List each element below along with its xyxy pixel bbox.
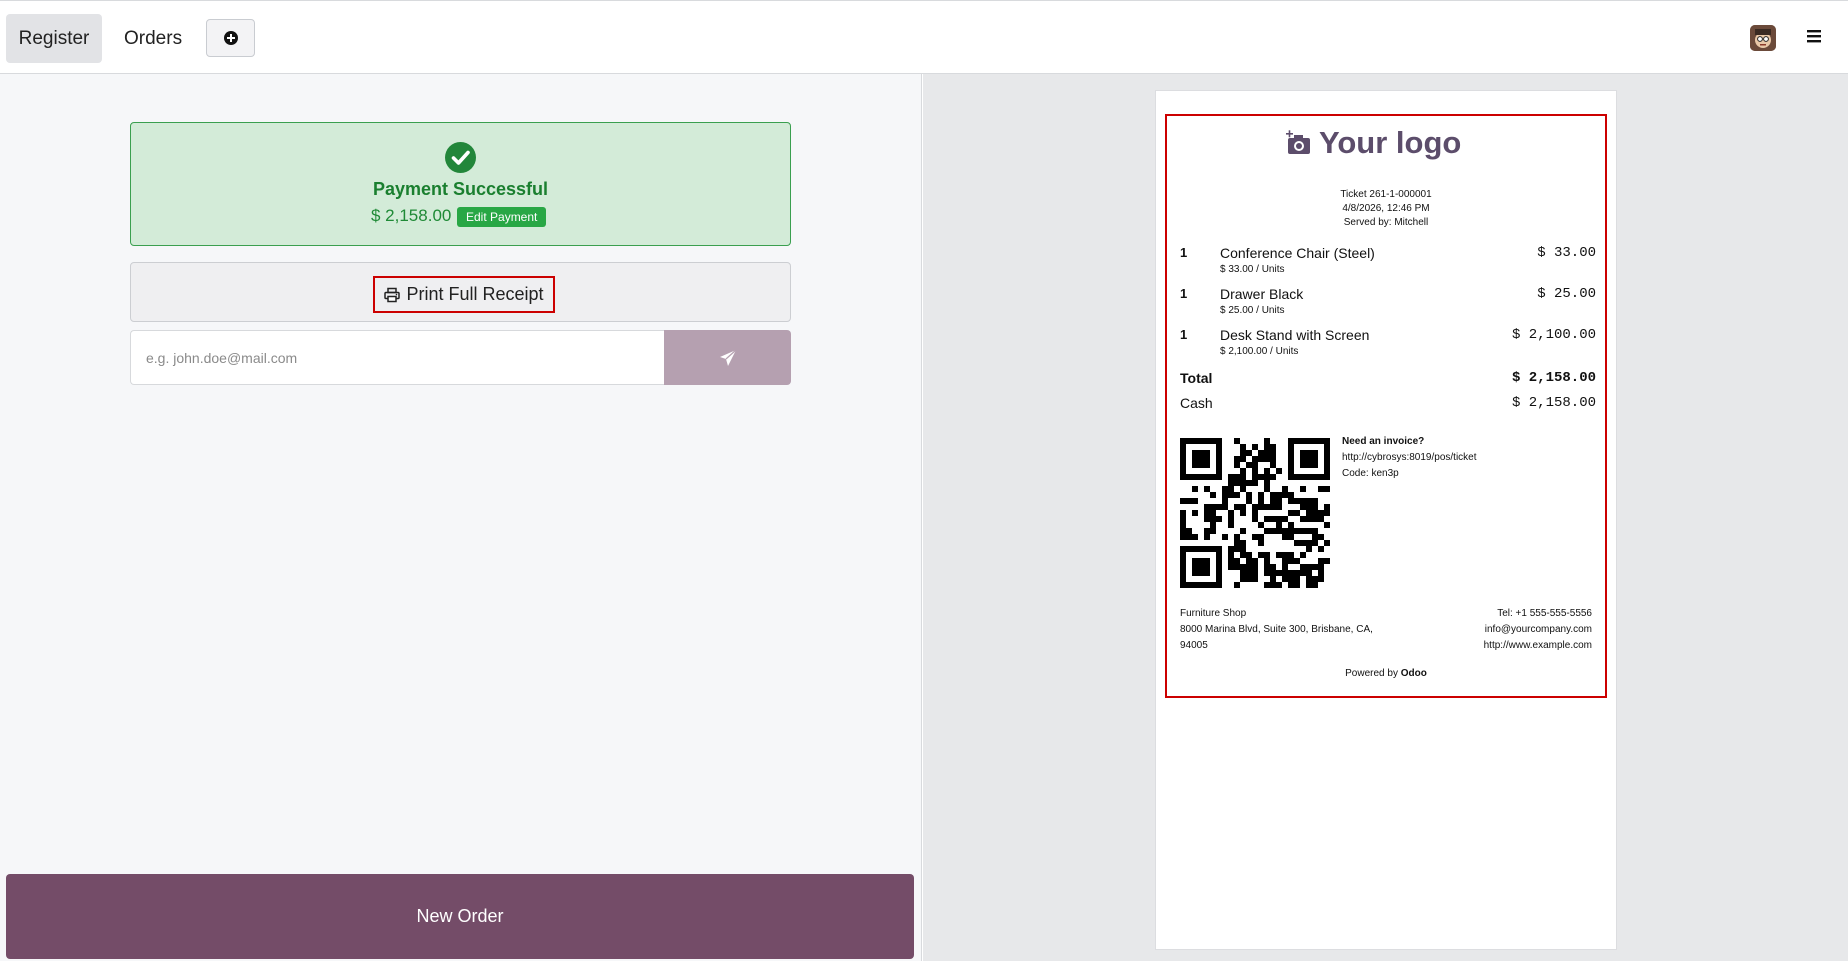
line-unit-price: $ 33.00 / Units: [1220, 264, 1285, 275]
line-unit-price: $ 25.00 / Units: [1220, 305, 1285, 316]
company-website: http://www.example.com: [1483, 640, 1592, 651]
check-circle-icon: [445, 142, 476, 173]
send-email-button[interactable]: [664, 330, 791, 385]
user-avatar[interactable]: [1750, 25, 1776, 51]
total-label: Total: [1180, 370, 1213, 386]
ticket-datetime: 4/8/2026, 12:46 PM: [1342, 203, 1430, 214]
invoice-qr-code: [1180, 438, 1330, 588]
line-product: Conference Chair (Steel): [1220, 245, 1375, 261]
hamburger-menu-icon[interactable]: [1806, 28, 1822, 44]
company-phone: Tel: +1 555-555-5556: [1497, 608, 1592, 619]
powered-by-label: Powered by: [1345, 668, 1398, 679]
tab-orders[interactable]: Orders: [108, 14, 198, 63]
print-receipt-label: Print Full Receipt: [406, 284, 544, 304]
payment-panel: Payment Successful $ 2,158.00 Edit Payme…: [0, 74, 922, 961]
email-input[interactable]: [130, 330, 664, 385]
line-qty: 1: [1180, 245, 1188, 260]
payment-amount: $ 2,158.00: [371, 206, 452, 225]
line-price: $ 33.00: [1537, 245, 1596, 261]
tab-register[interactable]: Register: [6, 14, 102, 63]
company-name: Furniture Shop: [1180, 608, 1247, 619]
plus-circle-icon: [223, 31, 238, 45]
payment-success-box: Payment Successful $ 2,158.00 Edit Payme…: [130, 122, 791, 246]
top-navbar: Register Orders: [0, 0, 1848, 74]
invoice-title: Need an invoice?: [1342, 436, 1425, 447]
printer-icon: [384, 287, 401, 302]
line-product: Desk Stand with Screen: [1220, 327, 1370, 343]
powered-by-brand: Odoo: [1400, 668, 1427, 679]
company-address: 8000 Marina Blvd, Suite 300, Brisbane, C…: [1180, 624, 1373, 635]
new-order-tab-button[interactable]: [206, 19, 255, 57]
invoice-code: Code: ken3p: [1342, 468, 1399, 479]
cash-value: $ 2,158.00: [1511, 395, 1596, 411]
company-zip: 94005: [1180, 640, 1208, 651]
logo-text: Your logo: [1319, 125, 1462, 160]
receipt-line: 1 Conference Chair (Steel) $ 33.00 / Uni…: [1180, 245, 1596, 281]
line-qty: 1: [1180, 286, 1188, 301]
edit-payment-button[interactable]: Edit Payment: [457, 207, 547, 227]
receipt-line: 1 Desk Stand with Screen $ 2,100.00 / Un…: [1180, 327, 1596, 363]
powered-by: Powered by Odoo: [1167, 668, 1605, 679]
line-unit-price: $ 2,100.00 / Units: [1220, 346, 1299, 357]
line-price: $ 2,100.00: [1511, 327, 1596, 343]
invoice-url: http://cybrosys:8019/pos/ticket: [1342, 452, 1477, 463]
total-value: $ 2,158.00: [1511, 370, 1596, 386]
receipt: Your logo Ticket 261-1-000001 4/8/2026, …: [1165, 114, 1607, 698]
payment-status-title: Payment Successful: [372, 179, 549, 199]
line-qty: 1: [1180, 327, 1188, 342]
camera-plus-icon: [1286, 130, 1310, 154]
paper-plane-icon: [719, 349, 736, 366]
cash-label: Cash: [1180, 395, 1213, 411]
receipt-line: 1 Drawer Black $ 25.00 / Units $ 25.00: [1180, 286, 1596, 322]
email-receipt-row: [130, 330, 791, 385]
served-by: Served by: Mitchell: [1343, 217, 1429, 228]
new-order-button[interactable]: New Order: [6, 874, 914, 959]
company-email: info@yourcompany.com: [1484, 624, 1592, 635]
print-full-receipt-button[interactable]: Print Full Receipt: [373, 276, 555, 313]
company-logo: Your logo: [1285, 124, 1461, 162]
line-product: Drawer Black: [1220, 286, 1304, 302]
receipt-paper: Your logo Ticket 261-1-000001 4/8/2026, …: [1155, 90, 1617, 950]
avatar-icon: [1750, 25, 1776, 51]
print-receipt-row: Print Full Receipt: [130, 262, 791, 322]
receipt-preview-panel: Your logo Ticket 261-1-000001 4/8/2026, …: [923, 74, 1848, 961]
line-price: $ 25.00: [1537, 286, 1596, 302]
ticket-number: Ticket 261-1-000001: [1340, 189, 1432, 200]
